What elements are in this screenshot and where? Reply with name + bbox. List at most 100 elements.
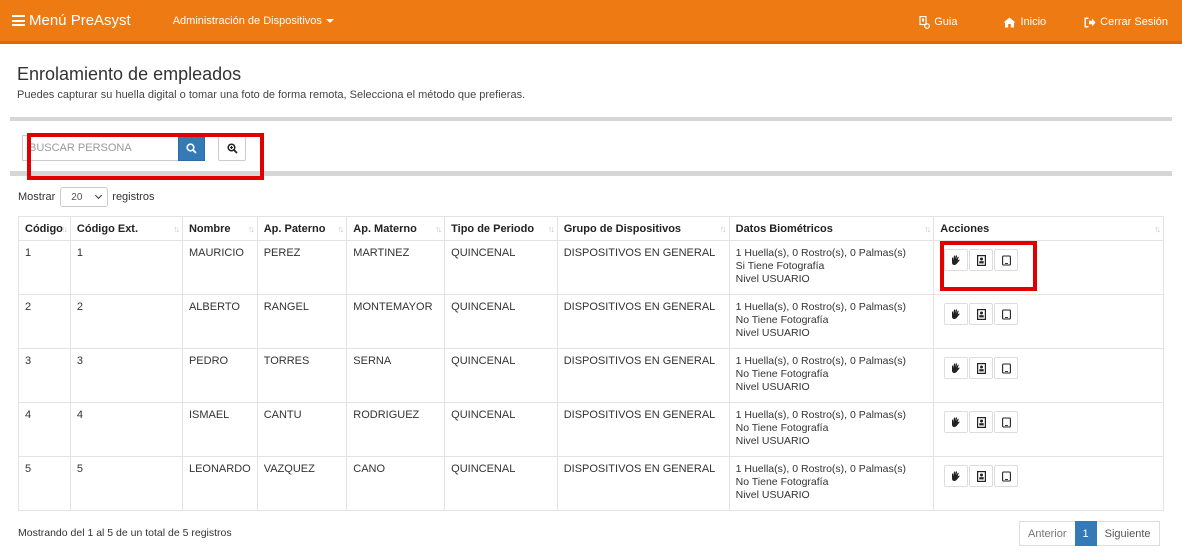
cell-datos-biometricos: 1 Huella(s), 0 Rostro(s), 0 Palmas(s) No … — [728, 294, 935, 349]
cell-codigo: 2 — [18, 294, 71, 349]
cell-codigo-ext: 1 — [69, 240, 183, 295]
biometric-line: Nivel USUARIO — [735, 273, 810, 285]
sign-out-icon — [1084, 17, 1096, 27]
cell-datos-biometricos: 1 Huella(s), 0 Rostro(s), 0 Palmas(s) No … — [728, 456, 935, 511]
page-length-value: 20 — [71, 191, 83, 203]
home-link[interactable]: Inicio — [1003, 16, 1046, 28]
hand-icon — [951, 362, 961, 374]
cell-ap-materno: MONTEMAYOR — [346, 294, 446, 349]
sort-icon: ↑↓ — [1154, 224, 1161, 234]
enroll-fingerprint-button[interactable] — [944, 303, 969, 325]
cell-datos-biometricos: 1 Huella(s), 0 Rostro(s), 0 Palmas(s) No … — [728, 402, 935, 457]
cell-ap-materno: CANO — [346, 456, 446, 511]
table-row: 2 2 ALBERTO RANGEL MONTEMAYOR QUINCENAL DISPOS… — [18, 294, 1164, 349]
cell-tipo-periodo: QUINCENAL — [444, 294, 558, 349]
enroll-device-button[interactable] — [994, 357, 1019, 379]
guide-link[interactable]: Guia — [919, 15, 958, 29]
table-row: 5 5 LEONARDO VAZQUEZ CANO QUINCENAL DISPOSITIV… — [18, 456, 1164, 511]
cell-ap-paterno: VAZQUEZ — [256, 456, 348, 511]
column-header-grupo-dispositivos[interactable]: Grupo de Dispositivos ↑↓ — [556, 216, 730, 241]
biometric-line: 1 Huella(s), 0 Rostro(s), 0 Palmas(s) — [735, 409, 906, 421]
cell-codigo-ext: 4 — [69, 402, 183, 457]
page-length-select[interactable]: 20 — [60, 187, 109, 207]
cell-ap-materno: RODRIGUEZ — [346, 402, 446, 457]
cell-nombre: ISMAEL — [181, 402, 258, 457]
main-menu-button[interactable]: Menú PreAsyst — [12, 12, 131, 29]
cell-grupo-dispositivos: DISPOSITIVOS EN GENERAL — [556, 456, 730, 511]
biometric-line: Si Tiene Fotografía — [735, 260, 825, 272]
cell-nombre: LEONARDO — [181, 456, 258, 511]
cell-ap-paterno: RANGEL — [256, 294, 348, 349]
id-card-icon — [976, 470, 986, 482]
cell-acciones — [933, 294, 1164, 349]
caret-down-icon — [325, 18, 334, 23]
enroll-fingerprint-button[interactable] — [944, 357, 969, 379]
table-row: 3 3 PEDRO TORRES SERNA QUINCENAL DISPOSITIVOS … — [18, 348, 1164, 403]
cell-codigo: 1 — [18, 240, 71, 295]
enroll-device-button[interactable] — [994, 303, 1019, 325]
cell-tipo-periodo: QUINCENAL — [444, 348, 558, 403]
sort-icon: ↑↓ — [60, 224, 68, 234]
column-header-datos-biometricos[interactable]: Datos Biométricos ↑↓ — [728, 216, 935, 241]
hand-icon — [951, 416, 961, 428]
top-navbar: Menú PreAsyst Administración de Disposit… — [0, 0, 1182, 44]
page-title: Enrolamiento de empleados — [17, 64, 242, 84]
cell-codigo-ext: 2 — [69, 294, 183, 349]
hamburger-icon — [12, 15, 25, 26]
enroll-fingerprint-button[interactable] — [944, 465, 969, 487]
column-header-codigo[interactable]: Código ↑↓ — [18, 216, 71, 241]
cell-ap-materno: SERNA — [346, 348, 446, 403]
table-row: 4 4 ISMAEL CANTU RODRIGUEZ QUINCENAL DISPOSITI… — [18, 402, 1164, 457]
biometric-line: No Tiene Fotografía — [735, 314, 829, 326]
biometric-line: 1 Huella(s), 0 Rostro(s), 0 Palmas(s) — [735, 355, 906, 367]
tablet-icon — [1001, 470, 1011, 482]
cell-grupo-dispositivos: DISPOSITIVOS EN GENERAL — [556, 348, 730, 403]
column-header-nombre[interactable]: Nombre ↑↓ — [181, 216, 258, 241]
column-header-tipo-periodo[interactable]: Tipo de Periodo ↑↓ — [444, 216, 558, 241]
cell-datos-biometricos: 1 Huella(s), 0 Rostro(s), 0 Palmas(s) No … — [728, 348, 935, 403]
biometric-line: No Tiene Fotografía — [735, 476, 829, 488]
guide-label: Guia — [934, 16, 958, 28]
enroll-device-button[interactable] — [994, 465, 1019, 487]
biometric-line: 1 Huella(s), 0 Rostro(s), 0 Palmas(s) — [735, 247, 906, 259]
biometric-line: Nivel USUARIO — [735, 327, 810, 339]
show-label: Mostrar — [18, 191, 56, 203]
enroll-photo-button[interactable] — [969, 357, 994, 379]
column-header-ap-paterno[interactable]: Ap. Paterno ↑↓ — [256, 216, 348, 241]
cell-ap-paterno: CANTU — [256, 402, 348, 457]
cell-codigo: 3 — [18, 348, 71, 403]
enroll-photo-button[interactable] — [969, 465, 994, 487]
column-header-acciones[interactable]: Acciones ↑↓ — [933, 216, 1164, 241]
biometric-line: 1 Huella(s), 0 Rostro(s), 0 Palmas(s) — [735, 463, 906, 475]
sort-icon: ↑↓ — [247, 224, 255, 234]
page-length-control: Mostrar 20 registros — [18, 187, 154, 207]
cell-acciones — [933, 456, 1164, 511]
cell-acciones — [933, 402, 1164, 457]
tablet-icon — [1001, 362, 1011, 374]
column-header-ap-materno[interactable]: Ap. Materno ↑↓ — [346, 216, 446, 241]
logout-link[interactable]: Cerrar Sesión — [1084, 16, 1168, 28]
previous-page-button[interactable]: Anterior — [1019, 521, 1075, 546]
cell-nombre: PEDRO — [181, 348, 258, 403]
cell-nombre: ALBERTO — [181, 294, 258, 349]
column-header-codigo-ext[interactable]: Código Ext. ↑↓ — [69, 216, 183, 241]
cell-codigo-ext: 3 — [69, 348, 183, 403]
sort-icon: ↑↓ — [924, 224, 931, 234]
enroll-fingerprint-button[interactable] — [944, 411, 969, 433]
enroll-photo-button[interactable] — [969, 303, 994, 325]
cell-tipo-periodo: QUINCENAL — [444, 402, 558, 457]
chevron-down-icon — [95, 191, 103, 200]
cell-nombre: MAURICIO — [181, 240, 258, 295]
id-card-icon — [976, 416, 986, 428]
cell-codigo-ext: 5 — [69, 456, 183, 511]
next-page-button[interactable]: Siguiente — [1096, 521, 1160, 546]
biometric-line: Nivel USUARIO — [735, 435, 810, 447]
enroll-photo-button[interactable] — [969, 411, 994, 433]
cell-grupo-dispositivos: DISPOSITIVOS EN GENERAL — [556, 240, 730, 295]
admin-devices-dropdown[interactable]: Administración de Dispositivos — [173, 15, 334, 27]
id-card-icon — [976, 362, 986, 374]
page-1-button[interactable]: 1 — [1074, 521, 1097, 546]
highlight-box-search — [27, 133, 264, 180]
enroll-device-button[interactable] — [994, 411, 1019, 433]
biometric-line: No Tiene Fotografía — [735, 368, 829, 380]
